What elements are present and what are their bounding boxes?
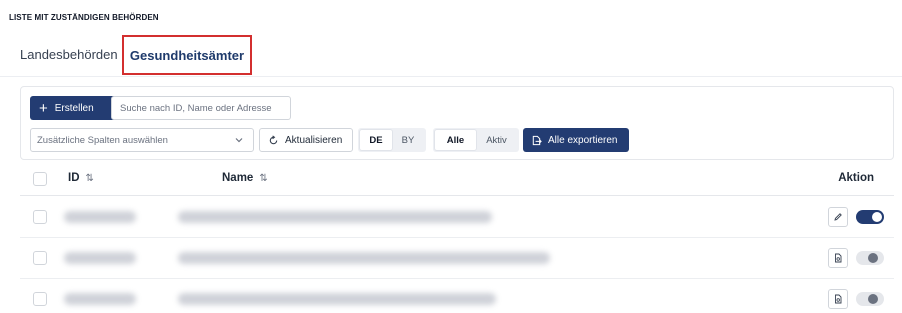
column-header-id-label: ID bbox=[68, 172, 80, 184]
sort-icon: ⇅ bbox=[259, 172, 268, 184]
columns-select-placeholder: Zusätzliche Spalten auswählen bbox=[37, 134, 168, 146]
status-option-aktiv[interactable]: Aktiv bbox=[476, 130, 517, 150]
active-toggle[interactable] bbox=[856, 292, 884, 306]
status-option-alle[interactable]: Alle bbox=[435, 130, 476, 150]
row-checkbox[interactable] bbox=[33, 210, 47, 224]
active-toggle[interactable] bbox=[856, 210, 884, 224]
table-row bbox=[20, 279, 894, 313]
refresh-button[interactable]: Aktualisieren bbox=[259, 128, 353, 152]
export-icon bbox=[532, 135, 542, 145]
chevron-down-icon bbox=[235, 138, 243, 143]
language-option-de[interactable]: DE bbox=[360, 130, 392, 150]
column-header-action: Aktion bbox=[838, 172, 874, 184]
redacted-name bbox=[178, 211, 492, 223]
search-input[interactable] bbox=[111, 96, 291, 120]
refresh-icon bbox=[269, 134, 278, 144]
column-header-id[interactable]: ID ⇅ bbox=[68, 172, 94, 184]
plus-icon: + bbox=[39, 99, 48, 117]
tab-divider bbox=[0, 76, 902, 77]
details-button[interactable] bbox=[828, 248, 848, 268]
tab-gesundheitsaemter[interactable]: Gesundheitsämter bbox=[122, 35, 252, 75]
table-header: ID ⇅ Name ⇅ Aktion bbox=[20, 163, 894, 196]
column-header-name-label: Name bbox=[222, 172, 254, 184]
create-button-label: Erstellen bbox=[54, 102, 94, 114]
active-toggle[interactable] bbox=[856, 251, 884, 265]
create-button[interactable]: + Erstellen bbox=[30, 96, 122, 120]
details-button[interactable] bbox=[828, 289, 848, 309]
column-header-action-label: Aktion bbox=[838, 172, 874, 184]
refresh-button-label: Aktualisieren bbox=[285, 134, 343, 146]
redacted-name bbox=[178, 252, 550, 264]
redacted-id bbox=[64, 293, 136, 305]
export-all-button[interactable]: Alle exportieren bbox=[523, 128, 629, 152]
toggle-knob bbox=[868, 294, 878, 304]
toggle-knob bbox=[872, 212, 882, 222]
columns-select[interactable]: Zusätzliche Spalten auswählen bbox=[30, 128, 254, 152]
edit-button[interactable] bbox=[828, 207, 848, 227]
toolbar: + Erstellen Zusätzliche Spalten auswähle… bbox=[20, 86, 894, 160]
export-button-label: Alle exportieren bbox=[548, 134, 618, 146]
pencil-icon bbox=[834, 213, 842, 221]
sort-icon: ⇅ bbox=[85, 172, 94, 184]
language-toggle: DE BY bbox=[358, 128, 426, 152]
redacted-name bbox=[178, 293, 496, 305]
status-filter-toggle: Alle Aktiv bbox=[433, 128, 519, 152]
table-row bbox=[20, 238, 894, 279]
table-row bbox=[20, 197, 894, 238]
redacted-id bbox=[64, 252, 136, 264]
tab-landesbehoerden[interactable]: Landesbehörden bbox=[20, 34, 118, 76]
row-checkbox[interactable] bbox=[33, 251, 47, 265]
select-all-checkbox[interactable] bbox=[33, 172, 47, 186]
column-header-name[interactable]: Name ⇅ bbox=[222, 172, 268, 184]
language-option-by[interactable]: BY bbox=[392, 130, 424, 150]
page-heading: LISTE MIT ZUSTÄNDIGEN BEHÖRDEN bbox=[9, 13, 159, 22]
document-icon bbox=[835, 294, 842, 304]
tab-bar: Landesbehörden Gesundheitsämter bbox=[0, 34, 902, 76]
toggle-knob bbox=[868, 253, 878, 263]
redacted-id bbox=[64, 211, 136, 223]
document-icon bbox=[835, 253, 842, 263]
row-checkbox[interactable] bbox=[33, 292, 47, 306]
